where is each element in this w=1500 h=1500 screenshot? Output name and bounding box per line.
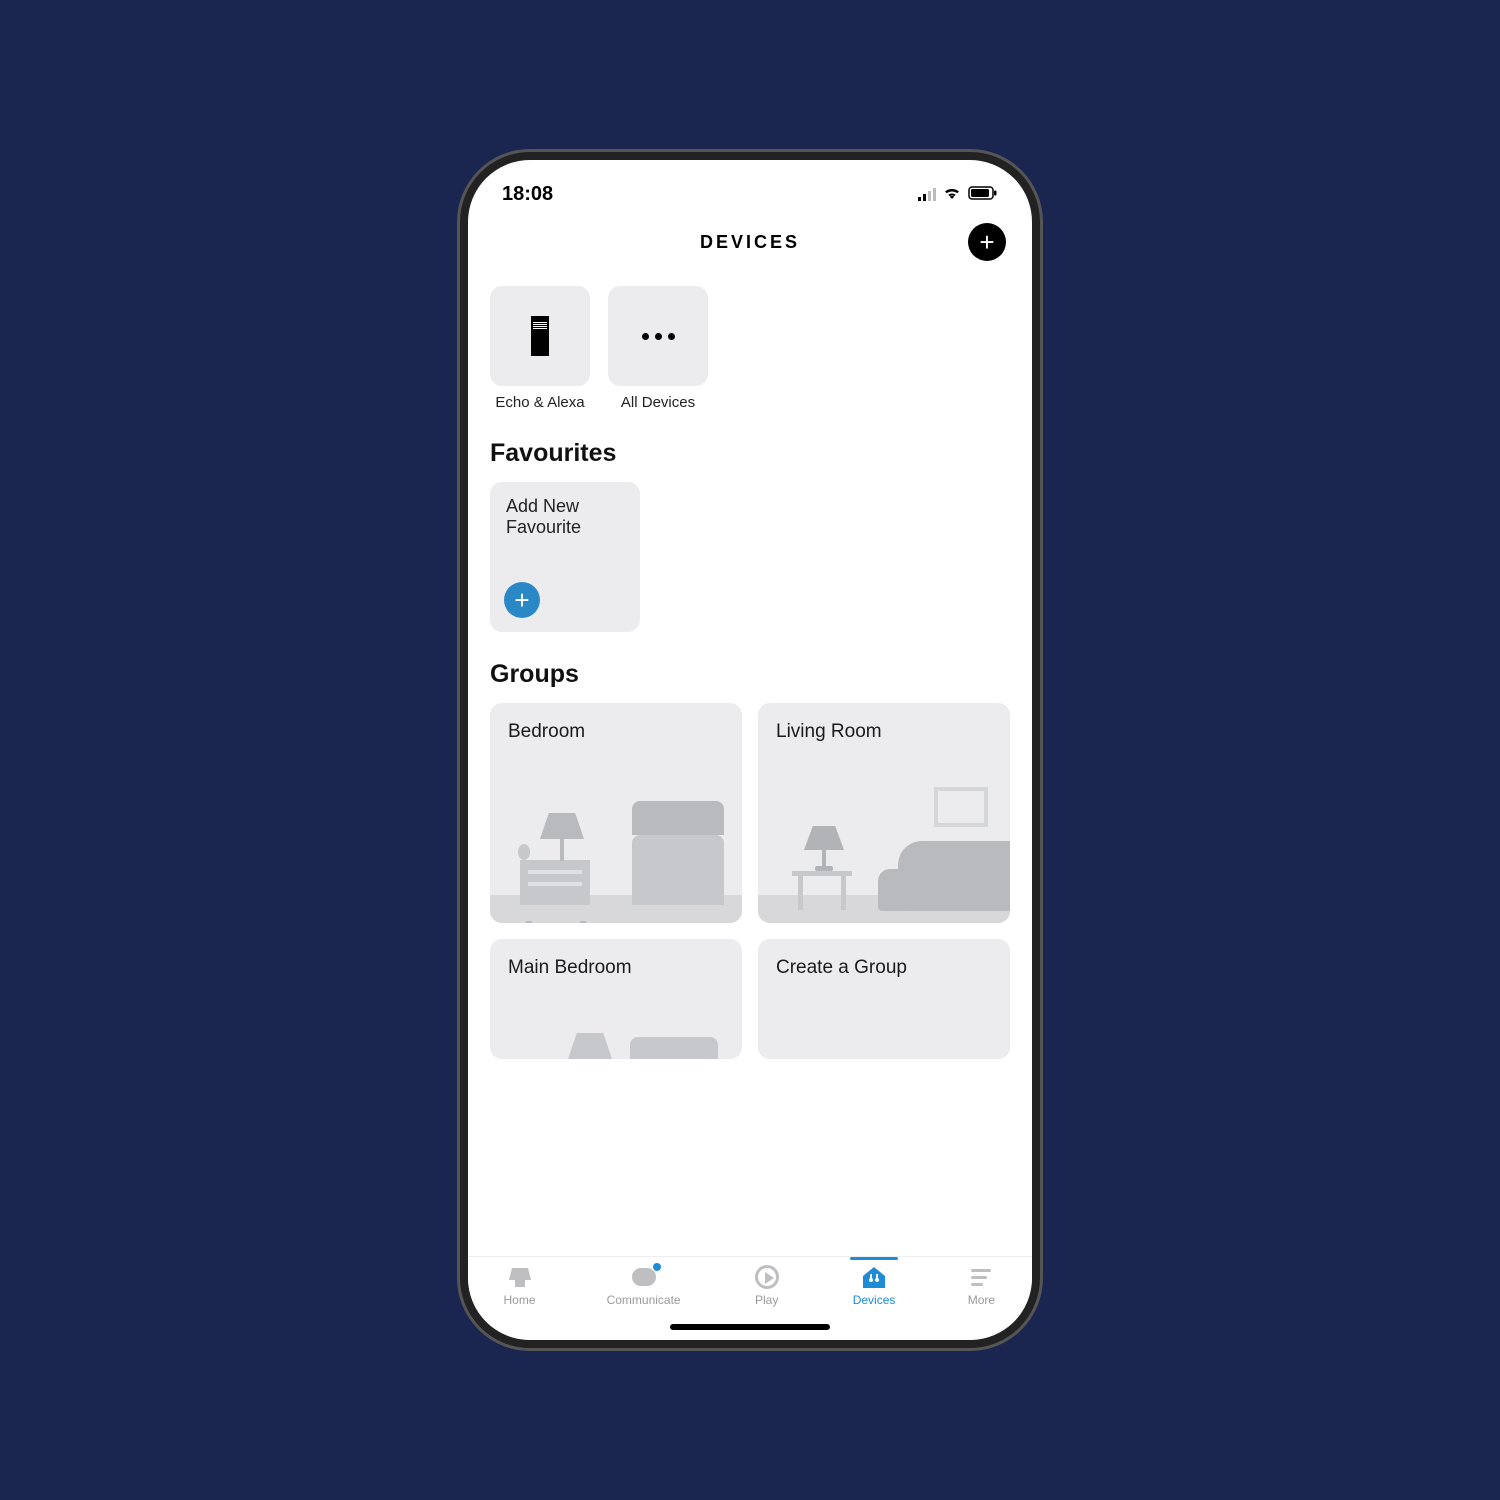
tile-label: All Devices — [608, 394, 708, 411]
home-indicator[interactable] — [670, 1324, 830, 1330]
volume-button — [460, 495, 462, 595]
group-label: Bedroom — [508, 721, 585, 742]
tab-label: Play — [755, 1293, 778, 1307]
power-button — [1038, 490, 1040, 630]
group-label: Create a Group — [776, 957, 907, 978]
add-favourite-card[interactable]: Add New Favourite + — [490, 482, 640, 632]
home-icon — [505, 1265, 535, 1289]
groups-heading: Groups — [490, 660, 1010, 689]
tab-communicate[interactable]: Communicate — [607, 1265, 681, 1307]
plus-icon: + — [979, 227, 994, 258]
favourites-heading: Favourites — [490, 439, 1010, 468]
play-icon — [752, 1265, 782, 1289]
tile-all-devices[interactable]: All Devices — [608, 286, 708, 411]
more-icon — [966, 1265, 996, 1289]
battery-icon — [968, 183, 998, 206]
page-header: DEVICES + — [468, 214, 1032, 270]
tab-label: Communicate — [607, 1293, 681, 1307]
volume-button — [460, 420, 462, 480]
group-main-bedroom[interactable]: Main Bedroom — [490, 939, 742, 1059]
main-bedroom-illustration — [490, 939, 742, 1059]
fav-label-line1: Add New — [506, 496, 624, 517]
tab-label: More — [968, 1293, 995, 1307]
quick-tiles: Echo & Alexa All Devices — [490, 286, 1010, 411]
livingroom-illustration — [758, 793, 1010, 923]
echo-device-icon — [531, 316, 549, 356]
tab-devices[interactable]: Devices — [853, 1265, 896, 1307]
wifi-icon — [942, 183, 962, 206]
tab-label: Devices — [853, 1293, 896, 1307]
add-device-button[interactable]: + — [968, 223, 1006, 261]
phone-frame: 18:08 DEVICES + Ech — [460, 152, 1040, 1348]
screen: 18:08 DEVICES + Ech — [468, 160, 1032, 1340]
group-bedroom[interactable]: Bedroom — [490, 703, 742, 923]
groups-grid: Bedroom Living Room — [490, 703, 1010, 1059]
group-create[interactable]: Create a Group — [758, 939, 1010, 1059]
tab-label: Home — [504, 1293, 536, 1307]
volume-button — [460, 610, 462, 710]
bedroom-illustration — [490, 793, 742, 923]
tab-home[interactable]: Home — [504, 1265, 536, 1307]
tile-label: Echo & Alexa — [490, 394, 590, 411]
fav-label-line2: Favourite — [506, 517, 624, 538]
group-living-room[interactable]: Living Room — [758, 703, 1010, 923]
content: Echo & Alexa All Devices Favourites Add … — [468, 270, 1032, 1256]
tile-echo-alexa[interactable]: Echo & Alexa — [490, 286, 590, 411]
ellipsis-icon — [642, 333, 675, 340]
devices-icon — [859, 1265, 889, 1289]
chat-icon — [629, 1265, 659, 1289]
notification-dot-icon — [653, 1263, 661, 1271]
status-bar: 18:08 — [468, 160, 1032, 214]
status-icons — [918, 183, 998, 206]
cellular-icon — [918, 187, 936, 201]
clock: 18:08 — [502, 183, 553, 206]
tab-bar: Home Communicate Play Devices — [468, 1256, 1032, 1340]
tab-play[interactable]: Play — [752, 1265, 782, 1307]
plus-circle-icon: + — [504, 582, 540, 618]
group-label: Living Room — [776, 721, 882, 742]
page-title: DEVICES — [700, 232, 800, 253]
tab-more[interactable]: More — [966, 1265, 996, 1307]
